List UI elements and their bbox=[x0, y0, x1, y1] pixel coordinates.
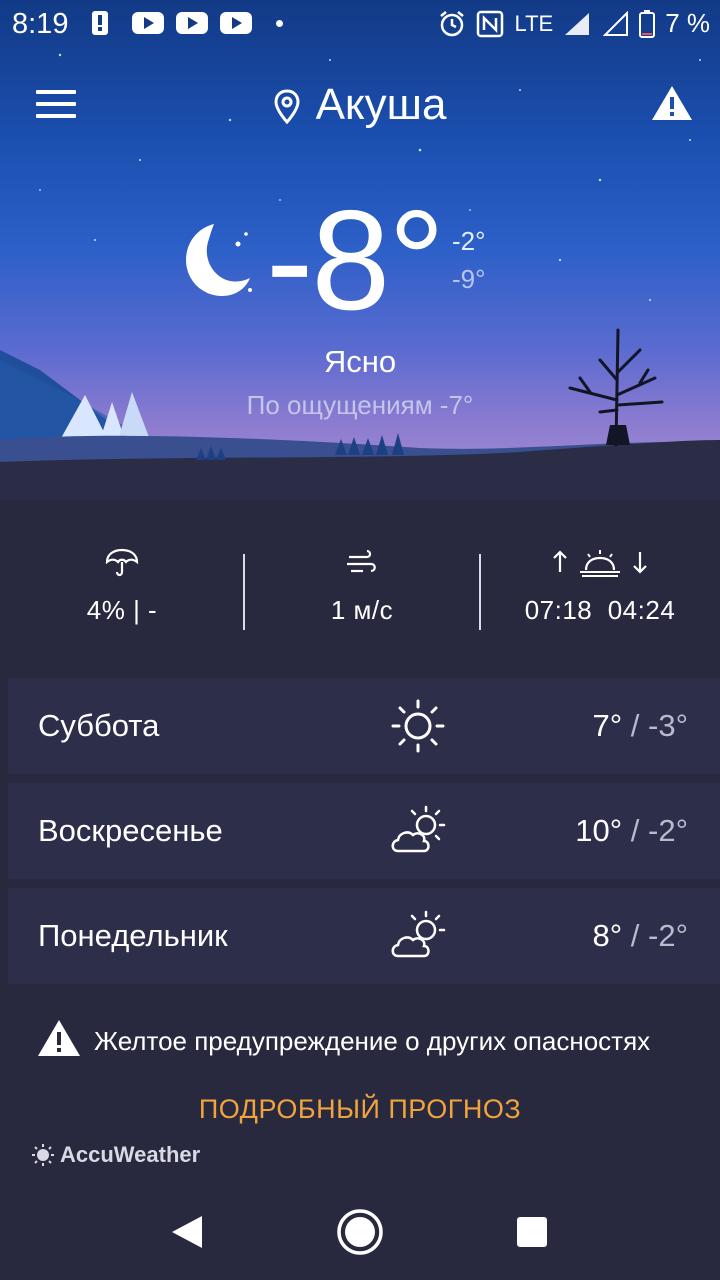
sunset-time: 04:24 bbox=[607, 595, 676, 625]
youtube-icon bbox=[132, 12, 164, 34]
location-pin-icon bbox=[274, 89, 300, 125]
stat-divider bbox=[479, 554, 481, 630]
moon-clear-night-icon bbox=[186, 224, 252, 296]
feels-like: По ощущениям -7° bbox=[246, 390, 474, 420]
current-conditions: -8° -2° -9° bbox=[0, 186, 720, 340]
forecast-low: -2° bbox=[648, 918, 688, 953]
umbrella-icon bbox=[105, 548, 139, 577]
forecast-row[interactable]: Понедельник 8° / -2° bbox=[8, 888, 720, 984]
sunrise-time: 07:18 bbox=[524, 595, 593, 625]
today-high: -2° bbox=[452, 226, 486, 256]
nfc-icon bbox=[477, 10, 504, 37]
warning-icon bbox=[652, 86, 692, 120]
signal-empty-icon bbox=[603, 10, 629, 36]
detailed-forecast-link[interactable]: ПОДРОБНЫЙ ПРОГНОЗ bbox=[0, 1094, 720, 1125]
forecast-high: 10° bbox=[575, 813, 623, 848]
condition-text: Ясно bbox=[323, 344, 397, 379]
forecast-low: -2° bbox=[648, 813, 688, 848]
back-icon bbox=[172, 1216, 202, 1248]
partly-cloudy-icon bbox=[391, 910, 446, 958]
top-app-bar: Акуша bbox=[0, 70, 720, 142]
back-button[interactable] bbox=[170, 1214, 204, 1255]
precipitation-stat: 4% | - bbox=[62, 548, 182, 626]
warning-icon bbox=[38, 1020, 80, 1056]
forecast-row[interactable]: Суббота 7° / -3° bbox=[8, 678, 720, 774]
accuweather-sun-icon bbox=[32, 1144, 54, 1166]
forecast-day: Суббота bbox=[38, 708, 160, 743]
youtube-icon bbox=[220, 12, 252, 34]
status-time: 8:19 bbox=[12, 8, 69, 40]
status-bar: 8:19 LTE 7 % bbox=[0, 0, 720, 50]
alarm-icon bbox=[440, 10, 465, 36]
partly-cloudy-icon bbox=[391, 805, 446, 853]
current-temperature: -8° bbox=[266, 181, 445, 340]
recents-icon bbox=[517, 1217, 547, 1247]
signal-icon bbox=[565, 12, 590, 35]
today-low: -9° bbox=[452, 264, 486, 294]
youtube-icon bbox=[176, 12, 208, 34]
wind-value: 1 м/с bbox=[330, 595, 394, 625]
battery-icon bbox=[639, 9, 656, 38]
precipitation-value: 4% | - bbox=[86, 595, 158, 625]
home-button[interactable] bbox=[336, 1208, 384, 1261]
forecast-separator: / bbox=[630, 813, 640, 848]
sunrise-sunset-icon bbox=[553, 550, 647, 577]
forecast-separator: / bbox=[630, 708, 640, 743]
sun-icon bbox=[391, 699, 445, 753]
daily-forecast-list: Суббота 7° / -3° Воскресенье 10° / -2° П… bbox=[8, 678, 720, 993]
recents-button[interactable] bbox=[516, 1216, 548, 1253]
forecast-high: 8° bbox=[592, 918, 623, 953]
system-navigation-bar bbox=[0, 1180, 720, 1280]
warning-text: Желтое предупреждение о других опасностя… bbox=[94, 1026, 651, 1056]
forecast-separator: / bbox=[630, 918, 640, 953]
city-name: Акуша bbox=[315, 80, 447, 129]
forecast-low: -3° bbox=[648, 708, 688, 743]
brand-name: AccuWeather bbox=[60, 1142, 201, 1167]
wind-icon bbox=[347, 549, 376, 573]
network-type: LTE bbox=[514, 10, 554, 36]
weather-warning-banner[interactable]: Желтое предупреждение о других опасностя… bbox=[36, 1018, 720, 1062]
more-notifications-dot-icon bbox=[276, 19, 283, 27]
forecast-day: Понедельник bbox=[38, 918, 228, 953]
stat-divider bbox=[243, 554, 245, 630]
wind-stat: 1 м/с bbox=[302, 548, 422, 626]
battery-level: 7 % bbox=[665, 8, 710, 38]
sun-stat: 07:18 04:24 bbox=[512, 548, 688, 626]
forecast-day: Воскресенье bbox=[38, 813, 223, 848]
forecast-high: 7° bbox=[592, 708, 623, 743]
forecast-row[interactable]: Воскресенье 10° / -2° bbox=[8, 783, 720, 879]
weather-alert-button[interactable] bbox=[650, 84, 694, 127]
accuweather-logo: AccuWeather bbox=[32, 1142, 200, 1168]
location-title[interactable]: Акуша bbox=[0, 80, 720, 130]
home-icon bbox=[337, 1209, 383, 1255]
notification-alert-icon bbox=[92, 11, 108, 35]
weather-stats: 4% | - 1 м/с 07:18 04:24 bbox=[0, 548, 720, 638]
